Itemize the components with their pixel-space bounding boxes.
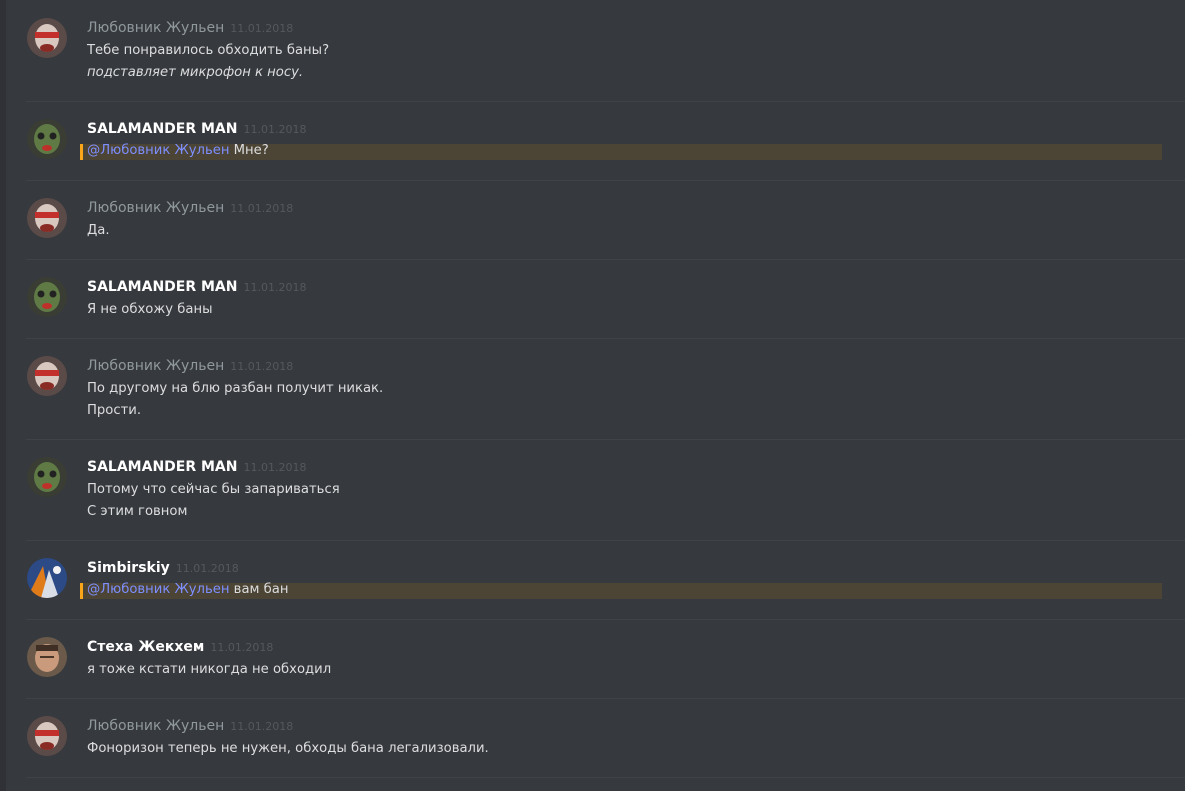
mention-highlight: @Любовник Жульен вам бан (80, 582, 1162, 599)
message-text: Я не обхожу баны (87, 302, 213, 317)
username[interactable]: SALAMANDER MAN 11.01.2018 (87, 459, 306, 475)
message-divider (26, 101, 1185, 102)
avatar-lyubovnik[interactable] (27, 18, 67, 58)
username[interactable]: Стеха Жекхем 11.01.2018 (87, 639, 273, 655)
username[interactable]: Simbirskiy 11.01.2018 (87, 560, 239, 576)
timestamp: 11.01.2018 (243, 281, 307, 294)
message-text: Фоноризон теперь не нужен, обходы бана л… (87, 741, 489, 756)
avatar-lyubovnik[interactable] (27, 716, 67, 756)
message-divider (26, 777, 1185, 778)
mention-highlight: @Любовник Жульен Мне? (80, 143, 1162, 160)
chat-messages: Любовник Жульен 11.01.2018 Тебе понравило… (6, 0, 1185, 791)
message-text: подставляет микрофон к носу. (87, 65, 304, 80)
message-text: Потому что сейчас бы запариваться (87, 482, 340, 497)
avatar-lyubovnik[interactable] (27, 198, 67, 238)
message-text: @Любовник Жульен Мне? (87, 143, 269, 158)
username[interactable]: Любовник Жульен 11.01.2018 (87, 358, 293, 374)
timestamp: 11.01.2018 (210, 641, 274, 654)
avatar-lyubovnik[interactable] (27, 356, 67, 396)
timestamp: 11.01.2018 (230, 360, 294, 373)
avatar-stekha[interactable] (27, 637, 67, 677)
timestamp: 11.01.2018 (230, 202, 294, 215)
message-text: С этим говном (87, 504, 188, 519)
timestamp: 11.01.2018 (230, 22, 294, 35)
message-text: По другому на блю разбан получит никак. (87, 381, 384, 396)
timestamp: 11.01.2018 (230, 720, 294, 733)
message-divider (26, 259, 1185, 260)
username[interactable]: SALAMANDER MAN 11.01.2018 (87, 279, 306, 295)
user-mention[interactable]: @Любовник Жульен (87, 582, 229, 597)
avatar-salamander[interactable] (27, 119, 67, 159)
user-mention[interactable]: @Любовник Жульен (87, 143, 229, 158)
message-divider (26, 619, 1185, 620)
message-text: Да. (87, 223, 110, 238)
message-divider (26, 180, 1185, 181)
avatar-salamander[interactable] (27, 277, 67, 317)
username[interactable]: Любовник Жульен 11.01.2018 (87, 20, 293, 36)
username[interactable]: Любовник Жульен 11.01.2018 (87, 718, 293, 734)
username[interactable]: SALAMANDER MAN 11.01.2018 (87, 121, 306, 137)
message-text: Прости. (87, 403, 142, 418)
timestamp: 11.01.2018 (243, 123, 307, 136)
message-divider (26, 698, 1185, 699)
message-text: я тоже кстати никогда не обходил (87, 662, 332, 677)
message-text: Тебе понравилось обходить баны? (87, 43, 330, 58)
message-divider (26, 439, 1185, 440)
message-divider (26, 540, 1185, 541)
avatar-salamander[interactable] (27, 457, 67, 497)
message-divider (26, 338, 1185, 339)
avatar-simbirskiy[interactable] (27, 558, 67, 598)
timestamp: 11.01.2018 (175, 562, 239, 575)
username[interactable]: Любовник Жульен 11.01.2018 (87, 200, 293, 216)
timestamp: 11.01.2018 (243, 461, 307, 474)
message-text: @Любовник Жульен вам бан (87, 582, 289, 597)
